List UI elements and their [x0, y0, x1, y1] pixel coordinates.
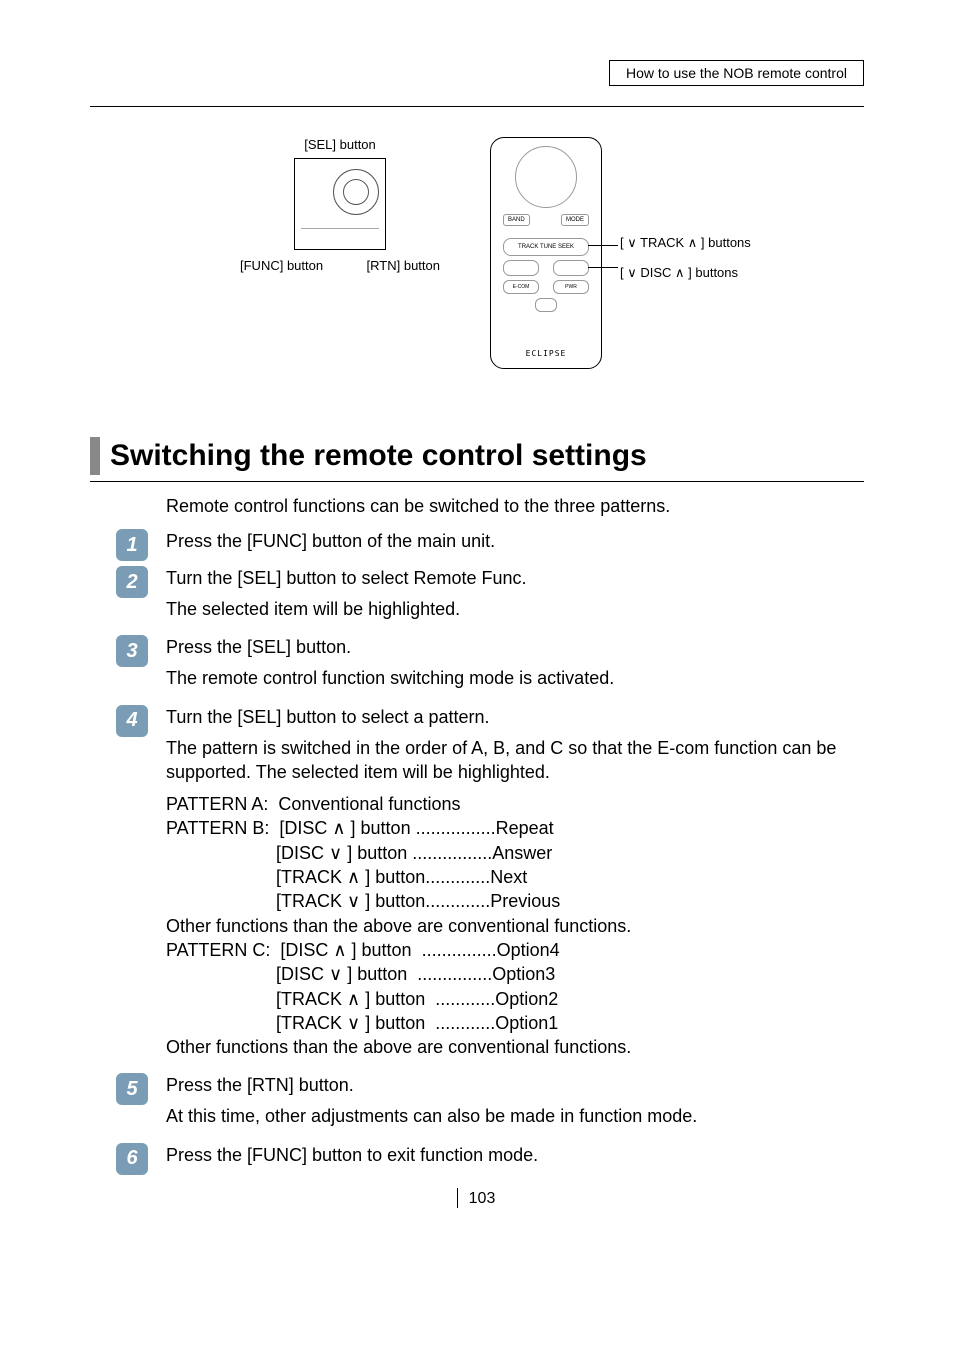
pattern-line: PATTERN C: [DISC ∧ ] button ............… — [166, 938, 864, 962]
pattern-line: Other functions than the above are conve… — [166, 914, 864, 938]
step: 4Turn the [SEL] button to select a patte… — [166, 707, 864, 1060]
step-number-badge: 5 — [116, 1073, 148, 1105]
step: 3Press the [SEL] button.The remote contr… — [166, 637, 864, 690]
title-accent-bar — [90, 437, 100, 475]
remote-band-btn: BAND — [503, 214, 530, 226]
pattern-line: [TRACK ∨ ] button.............Previous — [166, 889, 864, 913]
step-body-text: The selected item will be highlighted. — [166, 597, 864, 621]
diagram-area: [SEL] button [FUNC] button [RTN] button … — [90, 137, 864, 397]
step-heading: Press the [SEL] button. — [166, 637, 864, 658]
step-body-text: The pattern is switched in the order of … — [166, 736, 864, 785]
remote-track-btn: TRACK TUNE SEEK — [503, 238, 589, 256]
disc-buttons-label: [ ∨ DISC ∧ ] buttons — [620, 265, 751, 281]
step-heading: Press the [FUNC] button to exit function… — [166, 1145, 864, 1166]
main-unit-illustration — [294, 158, 386, 250]
step-body: The selected item will be highlighted. — [166, 597, 864, 621]
remote-disc-down — [503, 260, 539, 276]
step-body-text: At this time, other adjustments can also… — [166, 1104, 864, 1128]
remote-ecom-btn: E-COM — [503, 280, 539, 294]
step-number-badge: 4 — [116, 705, 148, 737]
remote-illustration: BAND MODE TRACK TUNE SEEK E-COM PWR ECLI… — [490, 137, 602, 369]
step: 2Turn the [SEL] button to select Remote … — [166, 568, 864, 621]
pattern-line: [TRACK ∧ ] button.............Next — [166, 865, 864, 889]
pattern-line: [TRACK ∨ ] button ............Option1 — [166, 1011, 864, 1035]
step: 6Press the [FUNC] button to exit functio… — [166, 1145, 864, 1166]
section-intro: Remote control functions can be switched… — [166, 496, 864, 517]
step-number-badge: 2 — [116, 566, 148, 598]
section-title: Switching the remote control settings — [110, 437, 647, 475]
pattern-line: PATTERN B: [DISC ∧ ] button ............… — [166, 816, 864, 840]
step-body: At this time, other adjustments can also… — [166, 1104, 864, 1128]
remote-mode-btn: MODE — [561, 214, 589, 226]
step-body-text: The remote control function switching mo… — [166, 666, 864, 690]
remote-disc-up — [553, 260, 589, 276]
sel-button-label: [SEL] button — [240, 137, 440, 152]
header-rule — [90, 106, 864, 107]
remote-brand: ECLIPSE — [491, 349, 601, 358]
step-heading: Press the [RTN] button. — [166, 1075, 864, 1096]
step-heading: Turn the [SEL] button to select a patter… — [166, 707, 864, 728]
step-number-badge: 1 — [116, 529, 148, 561]
pattern-line: PATTERN A: Conventional functions — [166, 792, 864, 816]
header-category-box: How to use the NOB remote control — [609, 60, 864, 86]
step-number-badge: 6 — [116, 1143, 148, 1175]
section-title-wrap: Switching the remote control settings — [90, 437, 864, 475]
step-body: The pattern is switched in the order of … — [166, 736, 864, 1060]
step-heading: Press the [FUNC] button of the main unit… — [166, 531, 864, 552]
remote-pwr-btn: PWR — [553, 280, 589, 294]
title-rule — [90, 481, 864, 482]
step: 5Press the [RTN] button.At this time, ot… — [166, 1075, 864, 1128]
rtn-button-label: [RTN] button — [367, 258, 440, 273]
pattern-line: [DISC ∨ ] button ...............Option3 — [166, 962, 864, 986]
step-body: The remote control function switching mo… — [166, 666, 864, 690]
step-number-badge: 3 — [116, 635, 148, 667]
func-button-label: [FUNC] button — [240, 258, 323, 273]
pattern-line: [TRACK ∧ ] button ............Option2 — [166, 987, 864, 1011]
steps-list: 1Press the [FUNC] button of the main uni… — [166, 531, 864, 1166]
step-heading: Turn the [SEL] button to select Remote F… — [166, 568, 864, 589]
pattern-line: [DISC ∨ ] button ................Answer — [166, 841, 864, 865]
page-header: How to use the NOB remote control — [90, 60, 864, 86]
pattern-line: Other functions than the above are conve… — [166, 1035, 864, 1059]
track-buttons-label: [ ∨ TRACK ∧ ] buttons — [620, 235, 751, 251]
step: 1Press the [FUNC] button of the main uni… — [166, 531, 864, 552]
page-number: 103 — [90, 1190, 864, 1208]
remote-illum-btn — [535, 298, 557, 312]
